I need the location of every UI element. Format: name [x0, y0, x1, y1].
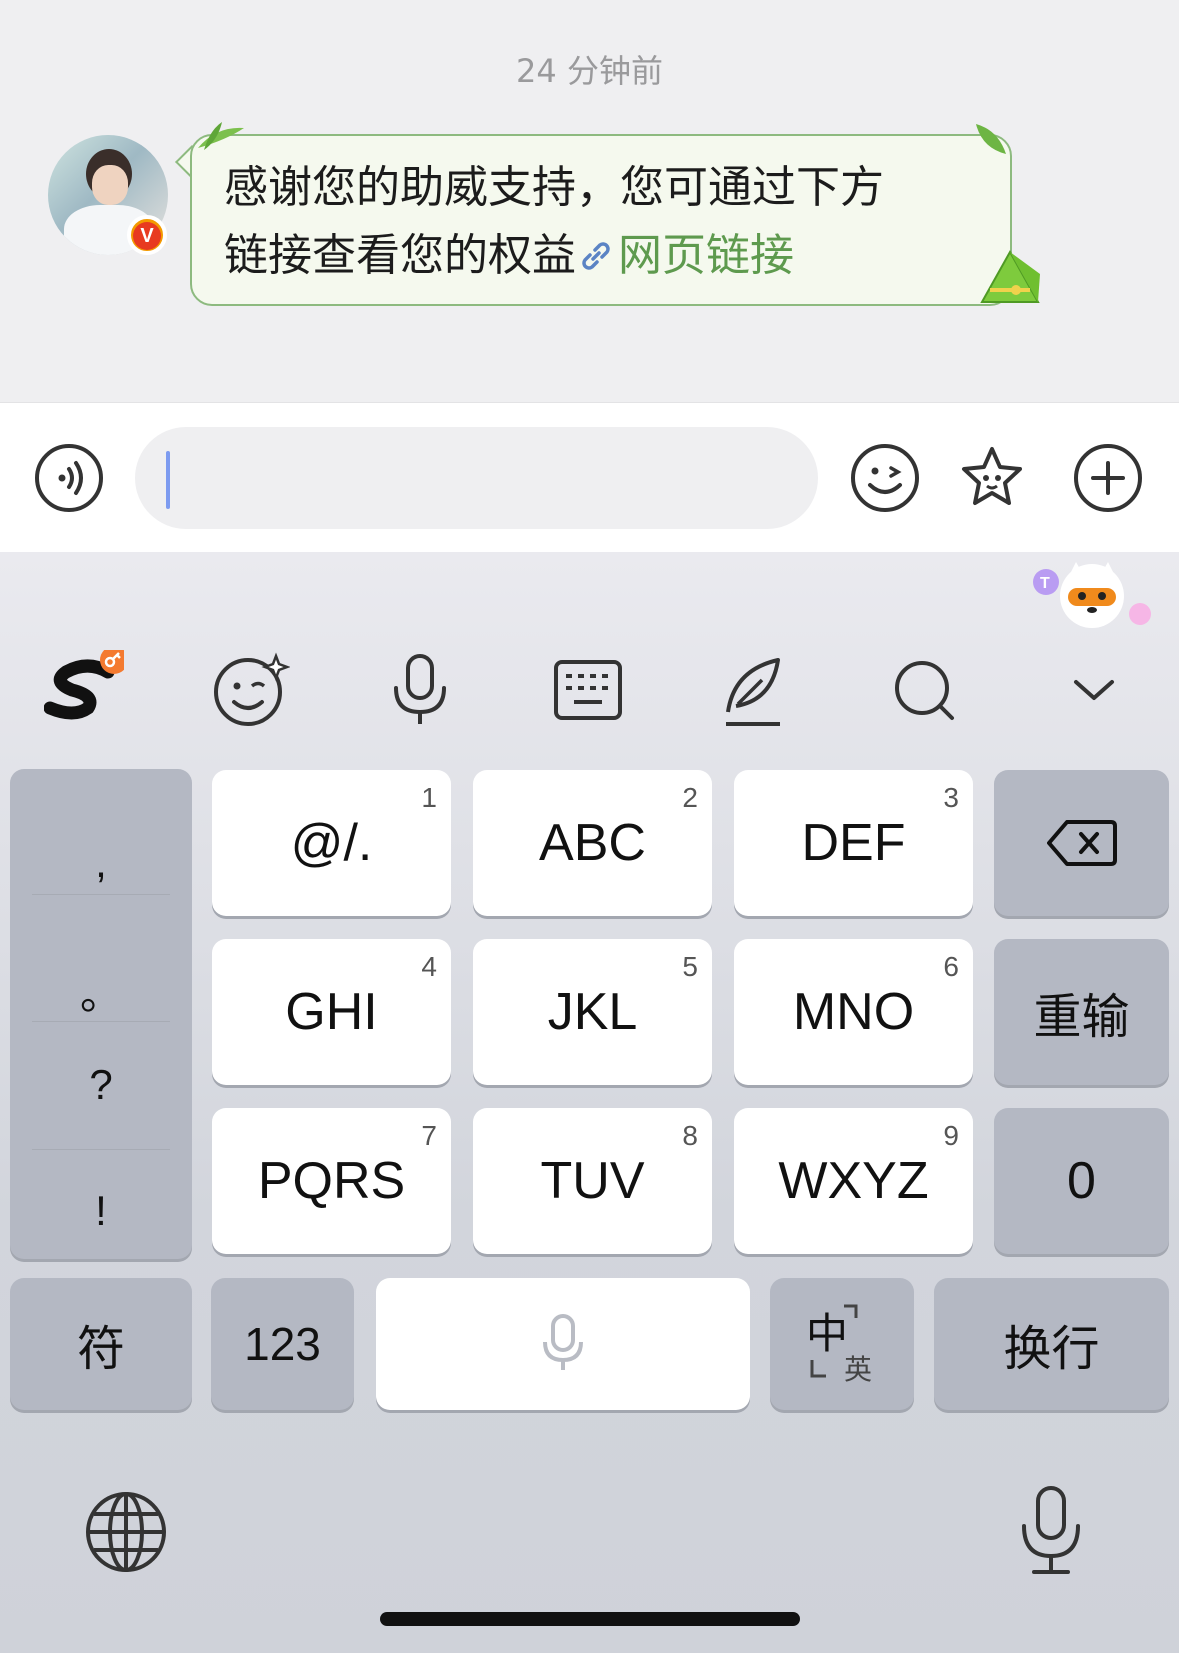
key-4[interactable]: GHI 4: [212, 939, 451, 1085]
star-sticker-icon[interactable]: [957, 443, 1027, 513]
key-1[interactable]: @/. 1: [212, 770, 451, 916]
key-5[interactable]: JKL 5: [473, 939, 712, 1085]
svg-text:T: T: [1040, 575, 1050, 592]
sogou-logo-icon[interactable]: [44, 650, 124, 730]
key-number: 8: [682, 1120, 698, 1151]
message-text: 感谢您的助威支持，您可通过下方 链接查看您的权益 网页链接: [224, 154, 984, 290]
key-7[interactable]: PQRS 7: [212, 1108, 451, 1254]
key-label: ABC: [539, 814, 646, 872]
key-number: 7: [421, 1120, 437, 1151]
keyboard-icon[interactable]: [548, 650, 628, 730]
language-switch-key[interactable]: 中 英: [770, 1278, 914, 1410]
message-line-1: 感谢您的助威支持，您可通过下方: [224, 162, 884, 213]
plus-icon[interactable]: [1073, 443, 1143, 513]
search-icon[interactable]: [884, 650, 964, 730]
space-key[interactable]: [376, 1278, 750, 1410]
punct-period[interactable]: 。: [10, 961, 192, 1022]
key-number: 4: [421, 951, 437, 982]
symbol-key[interactable]: 符: [10, 1278, 192, 1410]
key-number: 6: [943, 951, 959, 982]
punct-comma[interactable]: ,: [10, 839, 192, 887]
key-8[interactable]: TUV 8: [473, 1108, 712, 1254]
microphone-icon: [543, 1314, 583, 1370]
microphone-icon[interactable]: [380, 650, 460, 730]
zongzi-icon: [980, 249, 1040, 303]
link-icon: [582, 242, 610, 270]
punctuation-column[interactable]: , 。 ? !: [10, 769, 192, 1259]
key-label: GHI: [285, 983, 378, 1041]
key-number: 9: [943, 1120, 959, 1151]
message-timestamp: 24 分钟前: [516, 52, 663, 90]
verified-badge: V: [127, 215, 167, 255]
key-3[interactable]: DEF 3: [734, 770, 973, 916]
message-input[interactable]: [135, 427, 818, 529]
reinput-key[interactable]: 重输: [994, 939, 1169, 1085]
emoji-icon[interactable]: [850, 443, 920, 513]
voice-wave-icon[interactable]: [34, 443, 104, 513]
key-9[interactable]: WXYZ 9: [734, 1108, 973, 1254]
backspace-icon: [1046, 820, 1117, 866]
key-label: TUV: [540, 1152, 645, 1210]
dictation-microphone-icon[interactable]: [1016, 1486, 1086, 1576]
web-link[interactable]: 网页链接: [618, 230, 794, 281]
handwriting-pen-icon[interactable]: [716, 650, 796, 730]
key-label: PQRS: [257, 1152, 406, 1210]
key-number: 1: [421, 782, 437, 813]
backspace-key[interactable]: [994, 770, 1169, 916]
key-label: @/.: [290, 814, 373, 872]
bamboo-leaf-icon: [198, 122, 244, 150]
key-number: 5: [682, 951, 698, 982]
key-label: DEF: [801, 814, 906, 872]
mascot-icon[interactable]: T: [1028, 556, 1158, 636]
key-label: WXYZ: [778, 1152, 929, 1210]
globe-icon[interactable]: [84, 1490, 168, 1574]
bamboo-leaf-icon: [976, 124, 1006, 154]
numbers-key[interactable]: 123: [211, 1278, 354, 1410]
chevron-down-icon[interactable]: [1054, 650, 1134, 730]
key-number: 2: [682, 782, 698, 813]
message-line-2: 链接查看您的权益 网页链接: [224, 222, 984, 290]
message-line-2-text: 链接查看您的权益: [224, 230, 576, 281]
key-label: JKL: [547, 983, 638, 1041]
key-number: 3: [943, 782, 959, 813]
key-label: MNO: [792, 983, 915, 1041]
key-2[interactable]: ABC 2: [473, 770, 712, 916]
text-caret: [166, 451, 170, 509]
input-bar: [0, 402, 1179, 552]
zero-key[interactable]: 0: [994, 1108, 1169, 1254]
emoji-wink-icon[interactable]: [210, 650, 290, 730]
enter-key[interactable]: 换行: [934, 1278, 1169, 1410]
punct-exclamation[interactable]: !: [10, 1187, 192, 1235]
chat-area: 24 分钟前 V 感谢您的助威支持，您可通过下方 链接查看您的权益 网页链接: [0, 0, 1179, 402]
lang-bracket-icon: [810, 1304, 858, 1378]
home-indicator[interactable]: [380, 1612, 800, 1626]
key-6[interactable]: MNO 6: [734, 939, 973, 1085]
punct-question[interactable]: ?: [10, 1061, 192, 1109]
message-bubble[interactable]: 感谢您的助威支持，您可通过下方 链接查看您的权益 网页链接: [190, 134, 1012, 306]
